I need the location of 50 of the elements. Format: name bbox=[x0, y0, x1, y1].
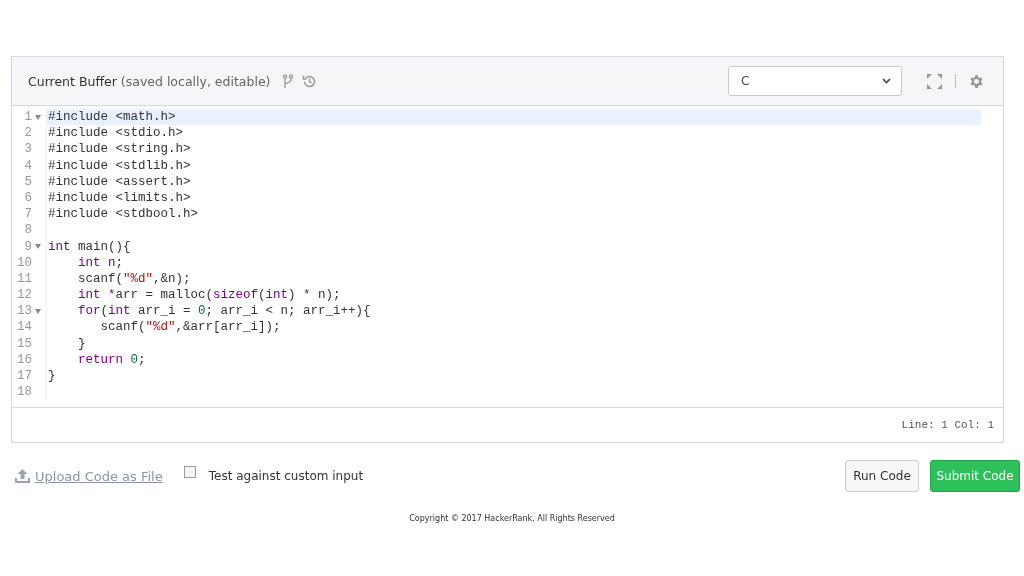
line-number: 12 bbox=[16, 287, 32, 304]
checkbox-label[interactable]: Test against custom input bbox=[208, 469, 364, 483]
code-line: int n; bbox=[77, 254, 124, 271]
line-number: 9 bbox=[23, 238, 32, 255]
line-number: 2 bbox=[23, 125, 32, 142]
line-number: 15 bbox=[16, 335, 32, 352]
line-number: 8 bbox=[23, 222, 32, 239]
line-number: 14 bbox=[16, 319, 32, 336]
line-number: 10 bbox=[16, 254, 32, 271]
settings-icon[interactable] bbox=[968, 72, 985, 90]
line-number: 4 bbox=[23, 157, 32, 174]
code-line: int *arr = malloc(sizeof(int) * n); bbox=[77, 287, 341, 304]
cursor-position: Line: 1 Col: 1 bbox=[901, 419, 994, 431]
line-number: 3 bbox=[23, 141, 32, 158]
code-line: #include <assert.h> bbox=[47, 173, 191, 190]
line-number: 5 bbox=[23, 173, 32, 190]
code-line: #include <stdio.h> bbox=[47, 125, 184, 142]
fold-icon[interactable] bbox=[35, 244, 41, 250]
code-line: scanf("%d",&arr[arr_i]); bbox=[99, 319, 281, 336]
checkbox[interactable] bbox=[183, 466, 196, 478]
chevron-icon bbox=[882, 78, 891, 84]
line-number: 16 bbox=[16, 351, 32, 368]
code-line: } bbox=[77, 335, 86, 352]
code-line: scanf("%d",&n); bbox=[77, 270, 191, 288]
code-line: #include <limits.h> bbox=[47, 189, 191, 207]
code-line: } bbox=[47, 368, 56, 385]
code-line: int main(){ bbox=[47, 238, 131, 255]
history-icon[interactable] bbox=[302, 73, 318, 89]
fullscreen-icon[interactable] bbox=[926, 72, 943, 90]
line-number: 18 bbox=[16, 384, 32, 401]
buffer-title: Current Buffer (saved locally, editable) bbox=[28, 73, 271, 89]
branch-icon[interactable] bbox=[282, 73, 295, 89]
line-number: 11 bbox=[16, 270, 32, 288]
fold-icon[interactable] bbox=[35, 308, 41, 314]
line-number: 6 bbox=[23, 189, 32, 207]
code-line: return 0; bbox=[77, 351, 146, 368]
run-code-button[interactable]: Run Code bbox=[845, 460, 919, 492]
fold-icon[interactable] bbox=[35, 114, 41, 120]
code-line: #include <math.h> bbox=[47, 109, 176, 126]
line-number: 7 bbox=[23, 206, 32, 223]
code-line: #include <stdlib.h> bbox=[47, 157, 191, 174]
line-number: 13 bbox=[16, 303, 32, 320]
code-line: #include <string.h> bbox=[47, 141, 191, 158]
line-number: 1 bbox=[23, 109, 32, 126]
code-line: for(int arr_i = 0; arr_i < n; arr_i++){ bbox=[77, 303, 371, 320]
line-number: 17 bbox=[16, 368, 32, 385]
language-select[interactable]: C bbox=[728, 66, 902, 96]
code-line: #include <stdbool.h> bbox=[47, 206, 199, 223]
upload-icon[interactable] bbox=[15, 469, 30, 483]
copyright-text: Copyright © 2017 HackerRank. All Rights Reserved bbox=[409, 514, 615, 523]
